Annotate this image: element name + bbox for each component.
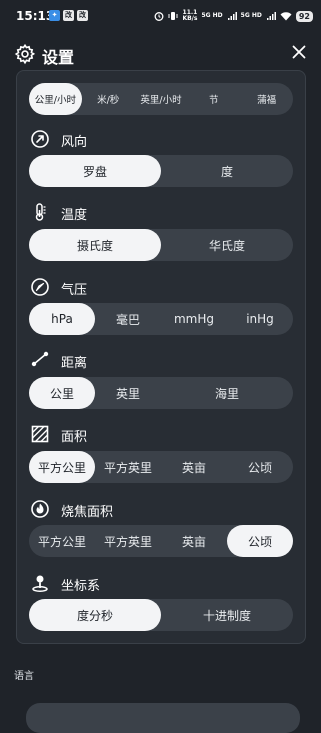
option-hectares[interactable]: 公顷 xyxy=(227,525,293,557)
signal-2-label: 5G HD xyxy=(240,12,262,19)
section-label-area: 面积 xyxy=(61,430,88,445)
area-selector: 平方公里 平方英里 英亩 公顷 xyxy=(29,451,293,483)
burned-area-selector: 平方公里 平方英里 英亩 公顷 xyxy=(29,525,293,557)
option-ms[interactable]: 米/秒 xyxy=(82,83,135,115)
settings-panel: 公里/小时 米/秒 英里/小时 节 蒲福 风向 罗盘 度 温度 摄氏度 华氏度 … xyxy=(16,70,306,644)
option-km[interactable]: 公里 xyxy=(29,377,95,409)
section-label-distance: 距离 xyxy=(61,356,88,371)
alarm-icon xyxy=(155,12,164,21)
app-notification-icon: 改 xyxy=(63,10,74,21)
signal-icon xyxy=(266,12,276,20)
option-hpa[interactable]: hPa xyxy=(29,303,95,335)
app-notification-icon: ✦ xyxy=(49,10,60,21)
wifi-icon xyxy=(280,12,292,21)
status-bar: 15:13 ✦ 改 改 11.1 KB/s 5G HD 5G HD 92 xyxy=(0,0,321,32)
close-icon[interactable] xyxy=(288,41,310,63)
thermometer-icon xyxy=(35,203,46,221)
distance-selector: 公里 英里 海里 xyxy=(29,377,293,409)
pressure-selector: hPa 毫巴 mmHg inHg xyxy=(29,303,293,335)
option-dms[interactable]: 度分秒 xyxy=(29,599,161,631)
page-title: 设置 xyxy=(42,48,75,67)
section-label-burned-area: 烧焦面积 xyxy=(61,505,114,520)
app-notification-icon: 改 xyxy=(77,10,88,21)
section-label-pressure: 气压 xyxy=(61,283,88,298)
option-decimal-degrees[interactable]: 十进制度 xyxy=(161,599,293,631)
option-kmh[interactable]: 公里/小时 xyxy=(29,83,82,115)
signal-1-label: 5G HD xyxy=(201,12,223,19)
option-knots[interactable]: 节 xyxy=(187,83,240,115)
section-label-temperature: 温度 xyxy=(61,208,88,223)
option-sq-miles[interactable]: 平方英里 xyxy=(95,451,161,483)
location-pin-icon xyxy=(32,575,48,592)
option-acres[interactable]: 英亩 xyxy=(161,525,227,557)
gauge-icon xyxy=(31,278,49,296)
vibrate-icon xyxy=(168,12,178,20)
section-label-coordinates: 坐标系 xyxy=(61,579,101,594)
gear-icon xyxy=(14,43,36,65)
option-mmhg[interactable]: mmHg xyxy=(161,303,227,335)
option-fahrenheit[interactable]: 华氏度 xyxy=(161,229,293,261)
language-selector[interactable] xyxy=(26,703,300,733)
fire-icon xyxy=(31,500,49,518)
option-sq-miles[interactable]: 平方英里 xyxy=(95,525,161,557)
wind-direction-selector: 罗盘 度 xyxy=(29,155,293,187)
option-miles[interactable]: 英里 xyxy=(95,377,161,409)
option-acres[interactable]: 英亩 xyxy=(161,451,227,483)
section-label-wind-direction: 风向 xyxy=(61,135,88,150)
speed-unit-selector: 公里/小时 米/秒 英里/小时 节 蒲福 xyxy=(29,83,293,115)
coordinate-system-selector: 度分秒 十进制度 xyxy=(29,599,293,631)
battery-indicator: 92 xyxy=(295,10,313,22)
net-speed: 11.1 KB/s xyxy=(182,9,198,22)
option-mph[interactable]: 英里/小时 xyxy=(135,83,188,115)
option-beaufort[interactable]: 蒲福 xyxy=(240,83,293,115)
option-inhg[interactable]: inHg xyxy=(227,303,293,335)
dialog-header: 设置 xyxy=(0,34,321,74)
area-icon xyxy=(31,425,49,443)
option-compass[interactable]: 罗盘 xyxy=(29,155,161,187)
option-nautical-miles[interactable]: 海里 xyxy=(161,377,293,409)
option-millibar[interactable]: 毫巴 xyxy=(95,303,161,335)
distance-icon xyxy=(31,351,49,367)
temperature-selector: 摄氏度 华氏度 xyxy=(29,229,293,261)
option-celsius[interactable]: 摄氏度 xyxy=(29,229,161,261)
option-degrees[interactable]: 度 xyxy=(161,155,293,187)
option-sq-km[interactable]: 平方公里 xyxy=(29,525,95,557)
compass-arrow-icon xyxy=(31,130,49,148)
signal-icon xyxy=(227,12,237,20)
option-sq-km[interactable]: 平方公里 xyxy=(29,451,95,483)
section-label-language: 语言 xyxy=(14,671,34,682)
option-hectares[interactable]: 公顷 xyxy=(227,451,293,483)
